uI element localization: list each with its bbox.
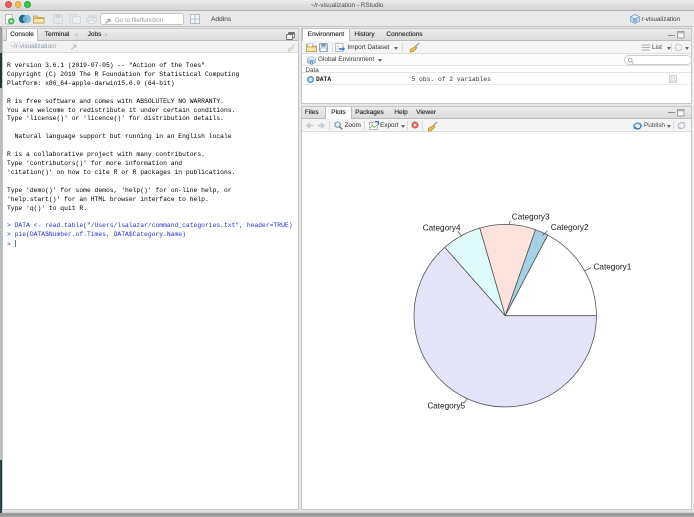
svg-text:Category4: Category4: [423, 223, 461, 232]
svg-text:Category1: Category1: [594, 262, 632, 271]
svg-text:R: R: [633, 18, 637, 24]
svg-text:R: R: [310, 59, 314, 65]
svg-text:Category5: Category5: [427, 401, 465, 410]
svg-text:Category2: Category2: [551, 223, 589, 232]
svg-text:Category3: Category3: [512, 212, 550, 221]
